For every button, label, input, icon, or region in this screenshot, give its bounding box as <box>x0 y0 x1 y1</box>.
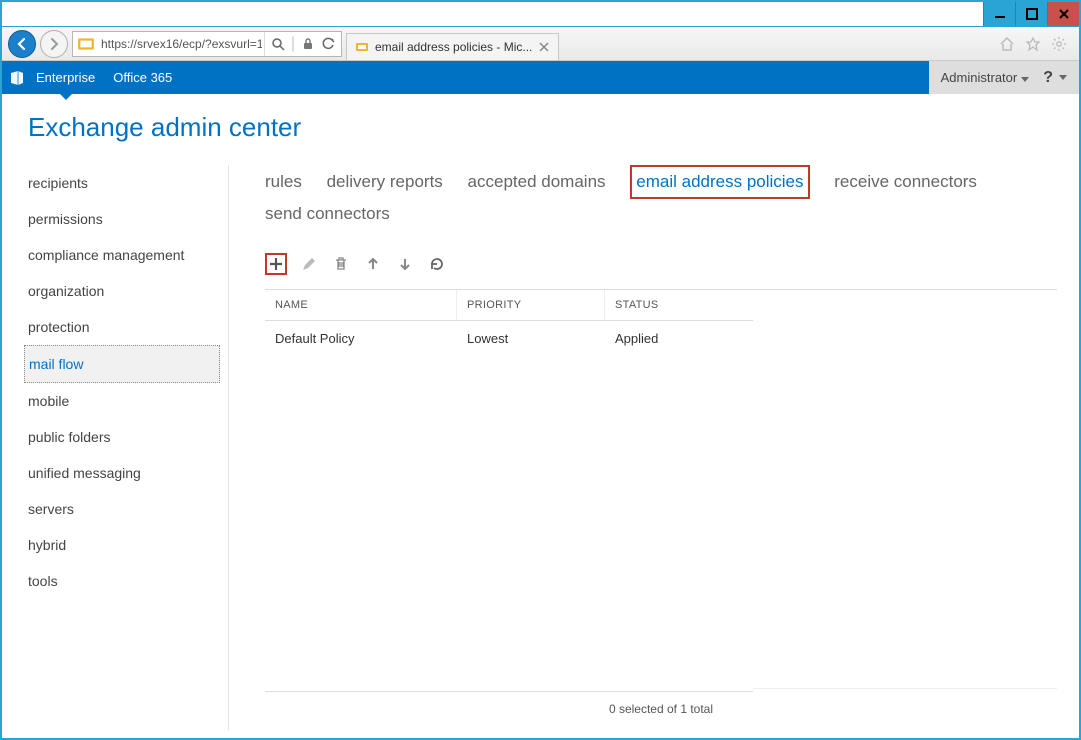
content-area: Exchange admin center recipients permiss… <box>2 94 1079 738</box>
tab-accepted-domains[interactable]: accepted domains <box>468 167 606 197</box>
browser-tab[interactable]: email address policies - Mic... <box>346 33 559 60</box>
browser-forward-button[interactable] <box>40 30 68 58</box>
tab-send-connectors[interactable]: send connectors <box>265 199 390 229</box>
window-maximize-button[interactable] <box>1015 2 1047 26</box>
plus-icon <box>268 256 284 272</box>
pencil-icon <box>301 256 317 272</box>
refresh-icon[interactable] <box>321 37 335 51</box>
window-close-button[interactable] <box>1047 2 1079 26</box>
move-down-button[interactable] <box>395 254 415 274</box>
tab-receive-connectors[interactable]: receive connectors <box>834 167 977 197</box>
sidebar-item-compliance[interactable]: compliance management <box>24 237 220 273</box>
help-label: ? <box>1043 69 1053 87</box>
cell-priority: Lowest <box>457 321 605 356</box>
trash-icon <box>333 256 349 272</box>
sidebar-item-hybrid[interactable]: hybrid <box>24 527 220 563</box>
edit-button[interactable] <box>299 254 319 274</box>
grid-wrap: NAME PRIORITY STATUS Default Policy Lowe… <box>265 289 1057 692</box>
toolbar <box>265 253 1057 275</box>
exchange-header: Enterprise Office 365 Administrator ? <box>2 61 1079 94</box>
tab-favicon <box>355 40 369 54</box>
chevron-down-icon <box>1059 75 1067 80</box>
user-menu[interactable]: Administrator <box>941 70 1030 85</box>
sidebar-item-servers[interactable]: servers <box>24 491 220 527</box>
policies-grid: NAME PRIORITY STATUS Default Policy Lowe… <box>265 289 753 692</box>
address-tools: | <box>264 32 341 56</box>
sidebar-item-public-folders[interactable]: public folders <box>24 419 220 455</box>
col-priority[interactable]: PRIORITY <box>457 290 605 320</box>
add-button[interactable] <box>265 253 287 275</box>
refresh-button[interactable] <box>427 254 447 274</box>
header-link-enterprise[interactable]: Enterprise <box>36 61 95 94</box>
arrow-down-icon <box>397 256 413 272</box>
site-icon <box>77 35 95 53</box>
tab-rules[interactable]: rules <box>265 167 302 197</box>
header-nav: Enterprise Office 365 <box>36 61 172 94</box>
browser-back-button[interactable] <box>8 30 36 58</box>
address-input[interactable] <box>99 33 264 55</box>
browser-tab-title: email address policies - Mic... <box>375 40 532 54</box>
tab-delivery-reports[interactable]: delivery reports <box>327 167 443 197</box>
chevron-down-icon <box>1021 77 1029 82</box>
sidebar-item-mail-flow[interactable]: mail flow <box>24 345 220 383</box>
refresh-icon <box>429 256 445 272</box>
window-minimize-button[interactable] <box>983 2 1015 26</box>
header-user-area: Administrator ? <box>929 61 1079 94</box>
cell-name: Default Policy <box>265 321 457 356</box>
col-status[interactable]: STATUS <box>605 290 753 320</box>
tab-email-address-policies[interactable]: email address policies <box>630 165 809 199</box>
move-up-button[interactable] <box>363 254 383 274</box>
sidebar-item-tools[interactable]: tools <box>24 563 220 599</box>
main-pane: rules delivery reports accepted domains … <box>229 165 1057 730</box>
window-frame: | email address policies - Mic... Enterp… <box>0 0 1081 740</box>
browser-tools <box>999 36 1073 52</box>
page-title: Exchange admin center <box>28 112 1057 143</box>
sidebar-item-permissions[interactable]: permissions <box>24 201 220 237</box>
office-logo-icon[interactable] <box>2 61 32 94</box>
selection-status: 0 selected of 1 total <box>265 692 1057 726</box>
gear-icon[interactable] <box>1051 36 1067 52</box>
sidebar-item-protection[interactable]: protection <box>24 309 220 345</box>
detail-pane <box>753 289 1057 689</box>
col-name[interactable]: NAME <box>265 290 457 320</box>
grid-body: Default Policy Lowest Applied <box>265 321 753 691</box>
search-icon[interactable] <box>271 37 285 51</box>
sidebar: recipients permissions compliance manage… <box>24 165 229 730</box>
lock-icon <box>301 37 315 51</box>
arrow-up-icon <box>365 256 381 272</box>
browser-nav-bar: | email address policies - Mic... <box>2 27 1079 61</box>
grid-header: NAME PRIORITY STATUS <box>265 289 753 321</box>
delete-button[interactable] <box>331 254 351 274</box>
favorites-icon[interactable] <box>1025 36 1041 52</box>
home-icon[interactable] <box>999 36 1015 52</box>
cell-status: Applied <box>605 321 753 356</box>
help-menu[interactable]: ? <box>1043 69 1067 87</box>
columns: recipients permissions compliance manage… <box>24 165 1057 730</box>
subtab-row: rules delivery reports accepted domains … <box>265 165 1005 229</box>
sidebar-item-mobile[interactable]: mobile <box>24 383 220 419</box>
header-link-office365[interactable]: Office 365 <box>113 61 172 94</box>
sidebar-item-organization[interactable]: organization <box>24 273 220 309</box>
sidebar-item-unified-messaging[interactable]: unified messaging <box>24 455 220 491</box>
sidebar-item-recipients[interactable]: recipients <box>24 165 220 201</box>
table-row[interactable]: Default Policy Lowest Applied <box>265 321 753 356</box>
tab-close-icon[interactable] <box>538 41 550 53</box>
user-label: Administrator <box>941 70 1018 85</box>
window-titlebar <box>2 2 1079 27</box>
address-bar[interactable]: | <box>72 31 342 57</box>
